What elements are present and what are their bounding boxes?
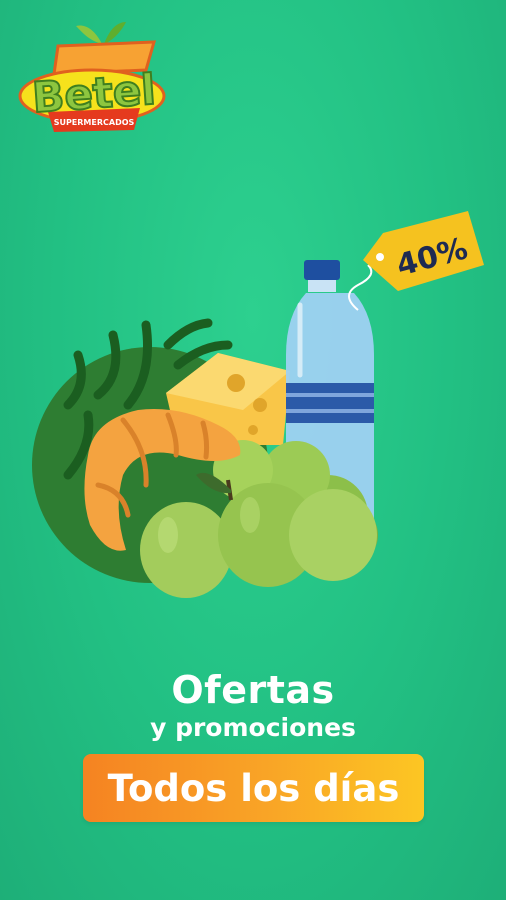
subheadline: y promociones [150,713,356,742]
groceries-illustration: 40% [28,205,493,605]
brand-name: Betel [31,65,158,122]
brand-logo: SUPERMERCADOS Betel [14,14,166,136]
discount-tag: 40% [363,211,484,291]
headline: Ofertas [171,668,335,712]
todos-los-dias-button[interactable]: Todos los días [83,754,424,822]
leaf-icon [76,25,102,44]
